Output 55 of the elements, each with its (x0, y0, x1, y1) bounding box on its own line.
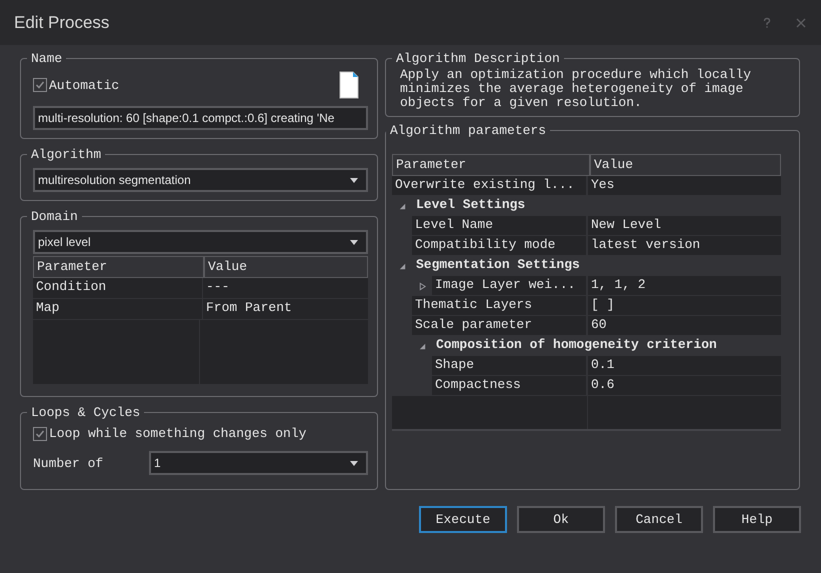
column-header: Value (593, 156, 634, 174)
group-title: Algorithm parameters (389, 123, 548, 138)
document-icon[interactable] (339, 71, 359, 99)
description-text: Apply an optimization procedure which locally minimizes the average heterogeneity of image objects for a given resolution. (399, 68, 752, 112)
column-header: Value (207, 258, 248, 276)
field-label: Number of (33, 456, 104, 470)
table-cell: Image Layer wei... (432, 276, 588, 296)
collapse-arrow-icon[interactable] (398, 202, 406, 210)
name-field[interactable]: multi-resolution: 60 [shape:0.1 compct.:0.6] creating 'Ne (33, 106, 368, 130)
caret-icon (350, 240, 358, 244)
dialog-button[interactable]: Execute (419, 506, 507, 533)
group-title: Loops & Cycles (30, 405, 142, 420)
group-title: Name (30, 51, 64, 66)
caret-icon (350, 178, 358, 182)
caret-icon (350, 460, 358, 466)
table-cell: 60 (588, 316, 781, 336)
table-cell: [ ] (588, 296, 781, 316)
table-cell: Thematic Layers (412, 296, 588, 316)
table-cell-text: From Parent (205, 299, 293, 317)
table-cell: 0.1 (588, 356, 781, 376)
table-cell: latest version (588, 236, 781, 256)
collapse-arrow-icon[interactable] (398, 262, 406, 270)
table-cell: Level Name (412, 216, 588, 236)
table-cell: Overwrite existing l... (392, 176, 588, 196)
table-cell: Map (33, 299, 203, 319)
dialog-button[interactable]: Cancel (615, 506, 703, 533)
automatic-checkbox[interactable]: Automatic (33, 78, 120, 92)
loop-checkbox[interactable]: Loop while something changes only (33, 426, 368, 441)
group-title: Domain (30, 209, 79, 224)
table-cell: Compatibility mode (412, 236, 588, 256)
table-cell-text: --- (205, 278, 230, 296)
dialog-button[interactable]: Help (713, 506, 801, 533)
number-dropdown[interactable]: 1 (149, 451, 368, 475)
dialog-button[interactable]: Ok (517, 506, 605, 533)
checkmark-icon (35, 428, 45, 438)
expand-arrow-icon[interactable] (418, 282, 426, 290)
group-header[interactable]: Composition of homogeneity criterion (432, 336, 721, 356)
table-cell: Yes (588, 176, 781, 196)
window-title: Edit Process (14, 12, 110, 32)
group-title: Algorithm Description (395, 51, 561, 66)
collapse-arrow-icon[interactable] (418, 342, 426, 350)
domain-dropdown[interactable]: pixel level (33, 230, 368, 254)
table-cell: 1, 1, 2 (588, 276, 781, 296)
checkmark-icon (35, 80, 45, 90)
table-cell: Scale parameter (412, 316, 588, 336)
table-cell: New Level (588, 216, 781, 236)
group-title: Algorithm (30, 147, 102, 162)
table-cell: 0.6 (588, 376, 781, 396)
algorithm-dropdown[interactable]: multiresolution segmentation (33, 168, 368, 192)
table-cell: Compactness (432, 376, 588, 396)
column-header: Parameter (34, 257, 205, 277)
group-header[interactable]: Level Settings (412, 196, 530, 216)
table-cell: Shape (432, 356, 588, 376)
group-header[interactable]: Segmentation Settings (412, 256, 584, 276)
table-cell: Condition (33, 278, 203, 298)
